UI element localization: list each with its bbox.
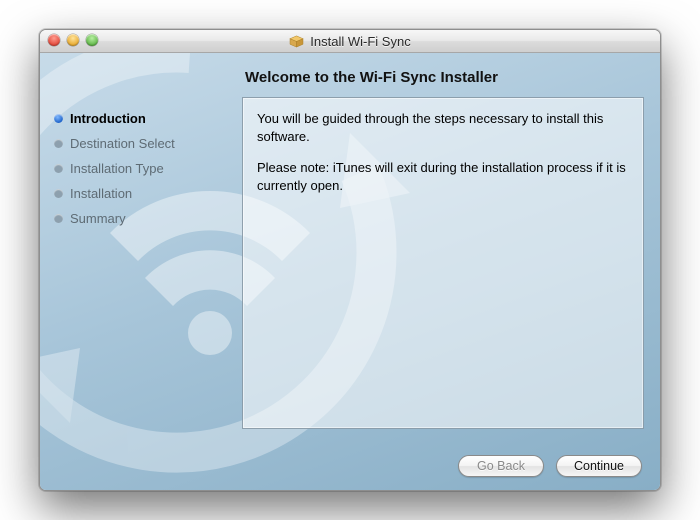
step-label: Installation <box>70 186 132 201</box>
step-label: Introduction <box>70 111 146 126</box>
bullet-icon <box>54 164 63 173</box>
step-summary: Summary <box>54 211 229 226</box>
window-body: Introduction Destination Select Installa… <box>40 53 660 491</box>
package-icon <box>289 35 304 48</box>
step-introduction: Introduction <box>54 111 229 126</box>
button-row: Go Back Continue <box>458 455 642 477</box>
zoom-icon[interactable] <box>86 34 98 46</box>
step-label: Destination Select <box>70 136 175 151</box>
content-para-1: You will be guided through the steps nec… <box>257 110 629 145</box>
bullet-icon <box>54 189 63 198</box>
bullet-icon <box>54 139 63 148</box>
step-label: Installation Type <box>70 161 164 176</box>
window-title: Install Wi-Fi Sync <box>310 34 410 49</box>
step-label: Summary <box>70 211 126 226</box>
go-back-button[interactable]: Go Back <box>458 455 544 477</box>
page-title: Welcome to the Wi-Fi Sync Installer <box>245 69 498 86</box>
content-panel: You will be guided through the steps nec… <box>242 97 644 429</box>
traffic-lights <box>48 34 98 46</box>
installer-window: Install Wi-Fi Sync Introduc <box>39 29 661 491</box>
step-destination-select: Destination Select <box>54 136 229 151</box>
close-icon[interactable] <box>48 34 60 46</box>
steps-sidebar: Introduction Destination Select Installa… <box>54 111 229 226</box>
step-installation: Installation <box>54 186 229 201</box>
minimize-icon[interactable] <box>67 34 79 46</box>
step-installation-type: Installation Type <box>54 161 229 176</box>
titlebar[interactable]: Install Wi-Fi Sync <box>40 30 660 53</box>
bullet-icon <box>54 214 63 223</box>
bullet-icon <box>54 114 63 123</box>
content-para-2: Please note: iTunes will exit during the… <box>257 159 629 194</box>
continue-button[interactable]: Continue <box>556 455 642 477</box>
